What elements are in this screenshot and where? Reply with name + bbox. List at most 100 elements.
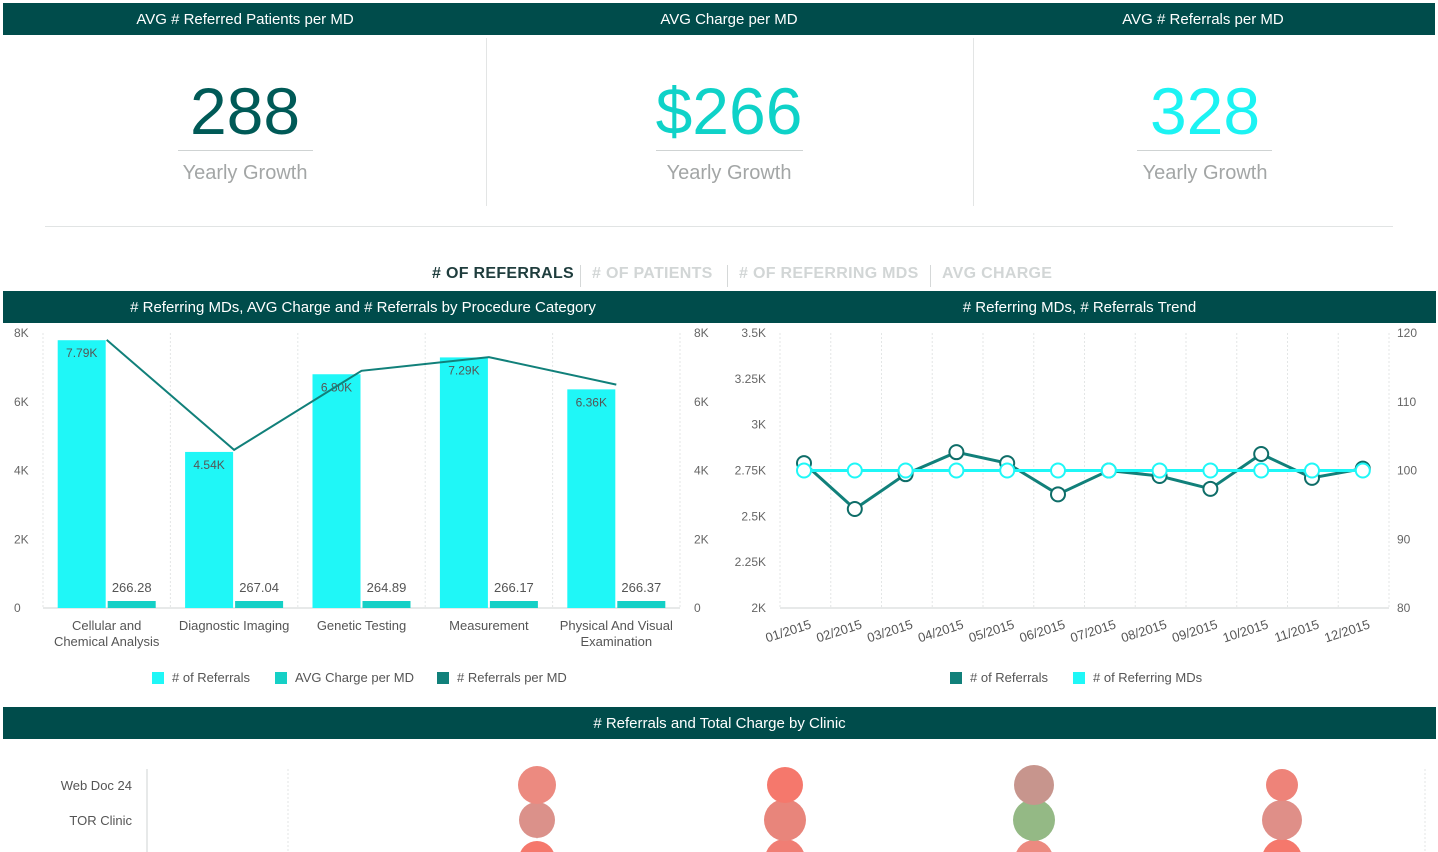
y2-tick-label: 4K [694,464,709,478]
y-tick-label: 2.5K [741,509,766,523]
y2-tick-label: 110 [1397,395,1416,409]
tab-avg-charge[interactable]: AVG CHARGE [942,265,1052,283]
chart-title: # Referrals and Total Charge by Clinic [593,714,846,732]
category-label: Genetic Testing [317,618,406,633]
metric-tabs: # OF REFERRALS # OF PATIENTS # OF REFERR… [0,265,1438,287]
bar-avg-charge [362,601,411,608]
category-label: Chemical Analysis [54,634,160,649]
y-tick-label: 0 [14,601,21,615]
data-label-referrals: 4.54K [193,458,224,472]
line-referrals-per-md [106,339,617,452]
data-label-avg-charge: 267.04 [239,580,279,595]
y2-tick-label: 100 [1397,464,1417,478]
x-tick-label: 08/2015 [1119,617,1168,646]
bar-referrals [312,374,361,608]
bar-avg-charge [617,601,666,608]
data-label-avg-charge: 266.17 [494,580,534,595]
category-label: Physical And Visual [560,618,673,633]
x-tick-label: 04/2015 [916,617,965,646]
bubble [519,802,555,838]
tab-divider [580,265,581,287]
x-tick-label: 03/2015 [865,617,914,646]
clinic-bubble-chart: Web Doc 24 TOR Clinic [61,765,1426,852]
kpi-header-referrals-per-md: AVG # Referrals per MD [971,3,1435,35]
x-tick-label: 01/2015 [764,617,813,646]
legend-label: # of Referring MDs [1093,670,1203,685]
chart-title: # Referring MDs, # Referrals Trend [962,298,1197,316]
point-referring-mds [1151,462,1168,479]
y2-tick-label: 6K [694,395,709,409]
bubble [1014,765,1054,805]
x-tick-label: 11/2015 [1273,617,1321,645]
tab-divider [930,265,931,287]
y-tick-label: 3K [751,418,766,432]
y-tick-label: 2K [751,601,766,615]
x-tick-label: 09/2015 [1170,617,1219,646]
point-referrals [1253,446,1270,462]
x-tick-label: 02/2015 [814,617,863,646]
y-tick-label: 3.25K [735,372,766,386]
point-referring-mds [846,462,863,479]
y2-tick-label: 90 [1397,532,1411,546]
kpi-card-referrals-per-md: 328 Yearly Growth [963,35,1438,205]
procedure-category-chart: 0 0 2K 2K 4K 4K 6K 6K 8K 8K 7.79K 266.28 Cellular an… [14,326,709,649]
tab-divider [727,265,728,287]
data-label-referrals: 7.29K [448,363,479,377]
kpi-divider [656,150,803,151]
chart-header-trend: # Referring MDs, # Referrals Trend [723,291,1436,323]
legend-item-avg-charge[interactable]: AVG Charge per MD [275,670,414,685]
point-referring-mds [948,462,965,479]
x-tick-label: 12/2015 [1322,617,1371,646]
y-tick-label: 2K [14,532,29,546]
tab-referrals[interactable]: # OF REFERRALS [432,265,574,283]
point-referrals [1202,480,1219,497]
point-referring-mds [1253,462,1270,479]
bubble-partial [520,841,554,852]
tab-referring-mds[interactable]: # OF REFERRING MDS [739,265,919,283]
kpi-header-avg-charge: AVG Charge per MD [487,3,971,35]
bar-avg-charge [489,601,538,608]
point-referring-mds [1100,462,1117,479]
data-label-referrals: 7.79K [66,346,97,360]
y-tick-label: 4K [14,464,29,478]
legend-label: # of Referrals [172,670,251,685]
category-label: Cellular and [72,618,141,633]
legend-swatch [950,671,962,684]
legend-swatch [1073,671,1085,684]
bubble [767,767,803,803]
bar-referrals [57,340,106,608]
legend-item-trend-referring-mds[interactable]: # of Referring MDs [1073,670,1202,685]
bar-referrals [439,357,488,608]
y-tick-label: 2.75K [735,464,766,478]
chart-header-clinic: # Referrals and Total Charge by Clinic [3,707,1436,739]
y2-tick-label: 2K [694,532,709,546]
bubble [1262,800,1302,840]
data-label-avg-charge: 266.37 [621,580,661,595]
legend-item-trend-referrals[interactable]: # of Referrals [950,670,1048,685]
kpi-title: AVG Charge per MD [660,10,798,28]
legend-swatch [275,671,287,684]
point-referring-mds [999,462,1016,479]
tab-patients[interactable]: # OF PATIENTS [592,265,713,283]
x-tick-label: 10/2015 [1221,617,1270,646]
bubble [518,766,556,804]
point-referrals [948,444,965,461]
bar-avg-charge [107,601,156,608]
point-referring-mds [796,462,812,479]
y-tick-label: 3.5K [741,326,766,340]
category-label: Measurement [449,618,529,633]
legend-label: # of Referrals [970,670,1049,685]
bar-referrals [185,451,234,608]
legend-item-referrals[interactable]: # of Referrals [152,670,250,685]
legend-item-referrals-per-md[interactable]: # Referrals per MD [437,670,567,685]
category-label: TOR Clinic [69,813,132,828]
kpi-value: 288 [189,74,301,148]
legend-swatch [437,671,449,684]
kpi-value: $266 [655,74,803,148]
kpi-value: 328 [1149,74,1261,148]
y2-tick-label: 8K [694,326,709,340]
y-tick-label: 6K [14,395,29,409]
point-referring-mds [1304,462,1320,479]
bubble [1013,799,1055,841]
y2-tick-label: 120 [1397,326,1417,340]
